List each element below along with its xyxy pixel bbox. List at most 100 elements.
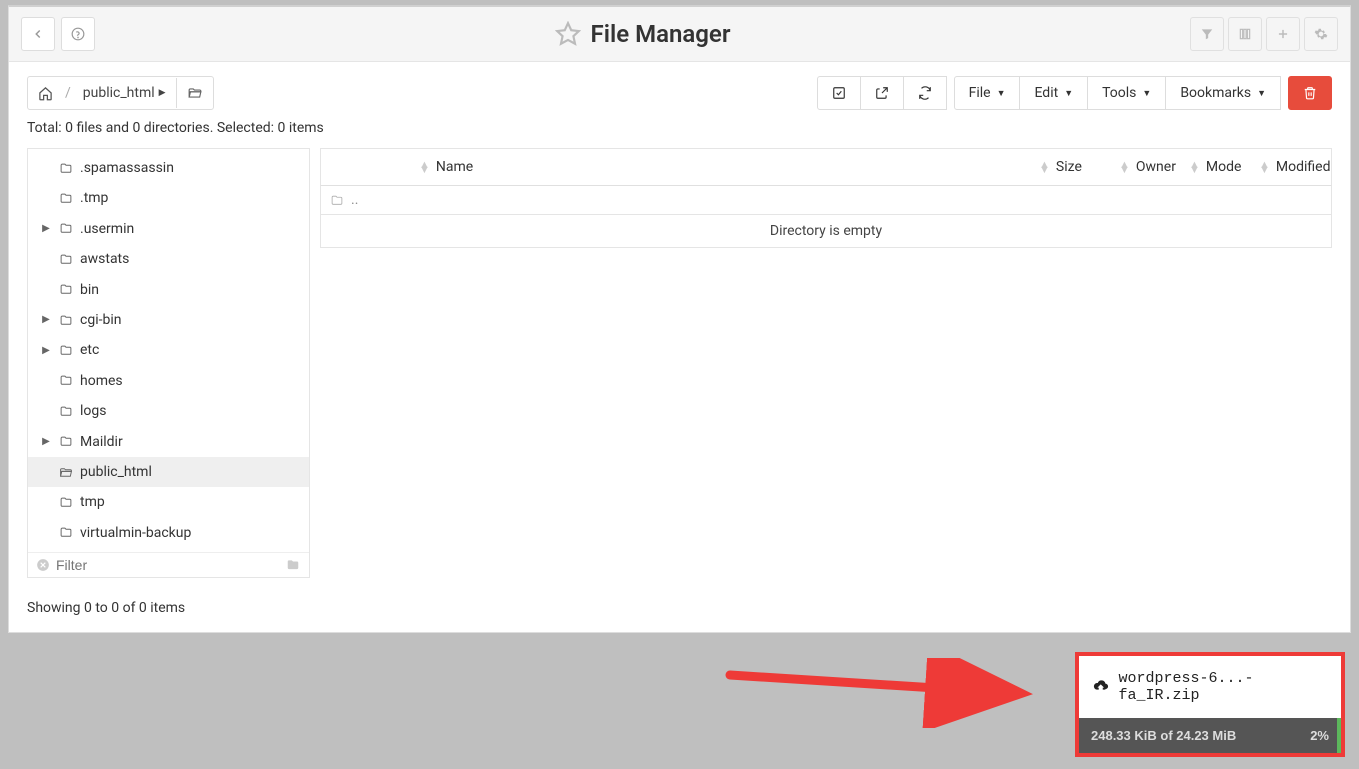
tree-filter-input[interactable] [56,557,279,573]
tree-item[interactable]: awstats [28,244,309,274]
folder-tree: .spamassassin .tmp ▶ .usermin awstats bin ▶ cgi… [27,148,310,578]
folder-icon [58,162,74,175]
tree-item-label: tmp [80,491,105,513]
sort-icon: ▲▼ [1039,162,1050,172]
file-table-header: ▲▼Name ▲▼Size ▲▼Owner ▲▼Mode ▲▼Modified [320,148,1332,186]
upload-percent: 2% [1310,728,1329,743]
folder-icon [58,314,74,327]
tree-item-label: .spamassassin [80,157,174,179]
annotation-arrow [720,658,1040,728]
tree-item[interactable]: .spamassassin [28,153,309,183]
sort-icon: ▲▼ [419,162,430,172]
sort-icon: ▲▼ [1119,162,1130,172]
star-icon[interactable] [555,21,581,47]
page-title: File Manager [591,20,731,48]
breadcrumb: / public_html ▶ [27,76,214,110]
gear-icon [1314,27,1328,41]
select-button[interactable] [817,76,861,110]
tree-item[interactable]: ▶etc [28,335,309,365]
clear-filter-icon[interactable] [36,558,50,572]
column-size[interactable]: ▲▼Size [1031,149,1111,185]
expand-icon[interactable]: ▶ [40,312,52,328]
tree-item-label: public_html [80,461,152,483]
sort-icon: ▲▼ [1189,162,1200,172]
tree-item-label: Maildir [80,431,123,453]
tree-item-label: awstats [80,248,129,270]
tools-menu[interactable]: Tools▼ [1087,76,1166,110]
folder-icon [58,222,74,235]
tree-item[interactable]: public_html [28,457,309,487]
tree-item[interactable]: bin [28,275,309,305]
column-owner[interactable]: ▲▼Owner [1111,149,1181,185]
tree-item[interactable]: ▶ cgi-bin [28,305,309,335]
folder-icon [58,253,74,266]
folder-open-icon [187,86,203,100]
upload-progress-panel: wordpress-6...-fa_IR.zip 248.33 KiB of 2… [1075,652,1345,757]
refresh-button[interactable] [903,76,947,110]
trash-icon [1303,86,1317,100]
folder-icon [329,194,345,207]
footer-text: Showing 0 to 0 of 0 items [9,592,1350,632]
folder-icon [58,526,74,539]
column-mode[interactable]: ▲▼Mode [1181,149,1251,185]
main-header: File Manager [9,7,1350,62]
column-modified[interactable]: ▲▼Modified [1251,149,1331,185]
tree-item-label: logs [80,400,106,422]
tree-item[interactable]: ▶ .usermin [28,214,309,244]
tree-item[interactable]: logs [28,396,309,426]
columns-icon [1238,27,1252,41]
folder-icon [58,435,74,448]
tree-item[interactable]: homes [28,366,309,396]
cloud-upload-icon [1091,679,1110,695]
filter-toggle-button[interactable] [1190,17,1224,51]
breadcrumb-segment[interactable]: public_html ▶ [73,77,176,109]
breadcrumb-folder-button[interactable] [176,78,213,108]
expand-icon[interactable]: ▶ [40,434,52,450]
tree-item-label: .usermin [80,218,134,240]
tree-item-label: bin [80,279,99,301]
tree-item[interactable]: virtualmin-backup [28,518,309,548]
export-button[interactable] [860,76,904,110]
folder-icon [58,192,74,205]
tree-item[interactable]: tmp [28,487,309,517]
tree-item-label: homes [80,370,123,392]
settings-button[interactable] [1304,17,1338,51]
back-button[interactable] [21,17,55,51]
expand-icon[interactable]: ▶ [40,221,52,237]
status-text: Total: 0 files and 0 directories. Select… [9,110,1350,142]
plus-icon [1276,27,1290,41]
edit-menu[interactable]: Edit▼ [1019,76,1088,110]
breadcrumb-home[interactable] [28,78,63,109]
breadcrumb-separator: / [63,85,73,101]
folder-icon [58,283,74,296]
folder-icon [285,558,301,572]
help-button[interactable] [61,17,95,51]
caret-down-icon: ▼ [1064,88,1073,99]
refresh-icon [918,86,932,100]
columns-button[interactable] [1228,17,1262,51]
caret-down-icon: ▼ [997,88,1006,99]
caret-down-icon: ▼ [1142,88,1151,99]
tree-item-label: cgi-bin [80,309,121,331]
tree-item[interactable]: ▶ Maildir [28,427,309,457]
breadcrumb-path-label: public_html [83,85,155,101]
add-button[interactable] [1266,17,1300,51]
bookmarks-menu[interactable]: Bookmarks▼ [1165,76,1281,110]
share-icon [875,86,889,100]
sort-icon: ▲▼ [1259,162,1270,172]
tree-item-label: virtualmin-backup [80,522,191,544]
tree-item[interactable]: .tmp [28,183,309,213]
caret-right-icon: ▶ [159,88,166,98]
arrow-left-icon [31,27,45,41]
funnel-icon [1200,27,1214,41]
parent-directory-row[interactable]: .. [320,186,1332,215]
parent-label: .. [351,192,358,208]
question-icon [71,27,85,41]
column-name[interactable]: ▲▼Name [411,149,1031,185]
caret-down-icon: ▼ [1257,88,1266,99]
tree-item-label: .tmp [80,187,108,209]
file-menu[interactable]: File▼ [954,76,1021,110]
delete-button[interactable] [1288,76,1332,110]
expand-icon[interactable]: ▶ [40,343,52,359]
empty-message: Directory is empty [320,215,1332,248]
